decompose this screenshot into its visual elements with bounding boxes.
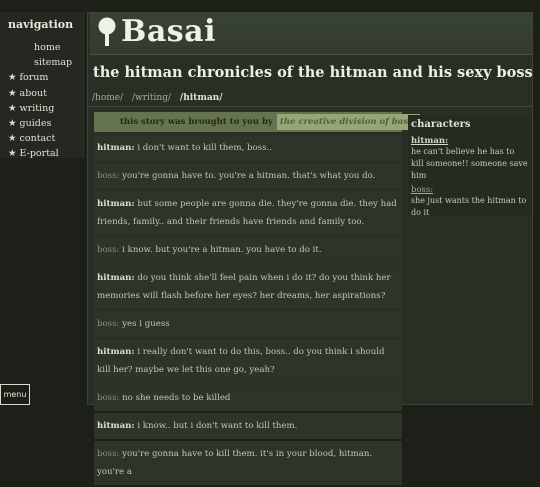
- menu-button[interactable]: menu: [0, 384, 30, 405]
- tree-icon: [98, 17, 116, 46]
- page-title: the hitman chronicles of the hitman and …: [93, 64, 533, 81]
- breadcrumb-home[interactable]: /home/: [92, 93, 123, 103]
- nav-item-sitemap[interactable]: sitemap: [8, 55, 75, 70]
- dialog-text: yes i guess: [122, 319, 170, 329]
- speaker-label: boss:: [97, 449, 120, 459]
- speaker-label: hitman:: [97, 347, 135, 357]
- nav-item-forum[interactable]: ★ forum: [8, 70, 75, 85]
- star-icon: ★: [8, 72, 17, 84]
- speaker-label: hitman:: [97, 143, 135, 153]
- dialog-text: you're gonna have to. you're a hitman. t…: [122, 171, 376, 181]
- dialog-text: you're gonna have to kill them. it's in …: [97, 449, 373, 477]
- navigation-title: navigation: [8, 18, 74, 31]
- site-header: Basai: [90, 13, 532, 55]
- dialog-text: but some people are gonna die. they're g…: [97, 199, 397, 227]
- dialog-line: boss: no she needs to be killed: [94, 385, 402, 411]
- nav-item-home[interactable]: home: [8, 40, 75, 55]
- character-desc-hitman: he can't believe he has to kill someone!…: [411, 147, 528, 180]
- speaker-label: boss:: [97, 245, 120, 255]
- speaker-label: hitman:: [97, 273, 135, 283]
- site-name[interactable]: Basai: [121, 14, 216, 49]
- character-desc-boss: she just wants the hitman to do it: [411, 196, 527, 217]
- dialog-line: boss: you're gonna have to kill them. it…: [94, 441, 402, 485]
- nav-item-e-portal[interactable]: ★ E-portal: [8, 146, 75, 161]
- divider: [88, 106, 532, 107]
- dialog-line: boss: yes i guess: [94, 311, 402, 337]
- speaker-label: boss:: [97, 319, 120, 329]
- dialog-text: i know.. but i don't want to kill them.: [137, 421, 298, 431]
- breadcrumb-writing[interactable]: /writing/: [132, 93, 171, 103]
- star-icon: ★: [8, 102, 17, 114]
- nav-item-contact[interactable]: ★ contact: [8, 131, 75, 146]
- speaker-label: hitman:: [97, 421, 135, 431]
- dialog-line: hitman: but some people are gonna die. t…: [94, 191, 402, 235]
- star-icon: ★: [8, 148, 17, 160]
- dialog-list: hitman: i don't want to kill them, boss.…: [94, 135, 402, 487]
- dialog-text: no she needs to be killed: [122, 393, 231, 403]
- speaker-label: boss:: [97, 393, 120, 403]
- credit-text: this story was brought to you by: [120, 117, 273, 127]
- dialog-line: hitman: do you think she'll feel pain wh…: [94, 265, 402, 309]
- credit-banner: this story was brought to you by the cre…: [94, 112, 420, 132]
- characters-panel: characters hitman: he can't believe he h…: [408, 115, 532, 217]
- dialog-text: i really don't want to do this, boss.. d…: [97, 347, 385, 375]
- star-icon: ★: [8, 118, 17, 130]
- character-name-boss: boss:: [411, 185, 434, 195]
- dialog-line: hitman: i really don't want to do this, …: [94, 339, 402, 383]
- speaker-label: hitman:: [97, 199, 135, 209]
- character-name-hitman: hitman:: [411, 136, 449, 146]
- nav-item-writing[interactable]: ★ writing: [8, 101, 75, 116]
- navigation-panel: navigation home sitemap ★ forum ★ about ★ w…: [0, 12, 84, 161]
- nav-item-about[interactable]: ★ about: [8, 86, 75, 101]
- dialog-line: boss: i know. but you're a hitman. you h…: [94, 237, 402, 263]
- nav-item-guides[interactable]: ★ guides: [8, 116, 75, 131]
- dialog-line: hitman: i don't want to kill them, boss.…: [94, 135, 402, 161]
- breadcrumb: /home/ /writing/ /hitman/: [92, 93, 229, 103]
- dialog-line: boss: you're gonna have to. you're a hit…: [94, 163, 402, 189]
- star-icon: ★: [8, 133, 17, 145]
- credit-link[interactable]: the creative division of basai: [276, 114, 420, 130]
- main-content: Basai the hitman chronicles of the hitma…: [87, 12, 533, 485]
- dialog-text: do you think she'll feel pain when i do …: [97, 273, 391, 301]
- dialog-text: i know. but you're a hitman. you have to…: [122, 245, 322, 255]
- star-icon: ★: [8, 87, 17, 99]
- dialog-text: i don't want to kill them, boss..: [137, 143, 272, 153]
- breadcrumb-current: /hitman/: [179, 93, 223, 103]
- characters-title: characters: [411, 119, 471, 130]
- dialog-line: hitman: i know.. but i don't want to kil…: [94, 413, 402, 439]
- speaker-label: boss:: [97, 171, 120, 181]
